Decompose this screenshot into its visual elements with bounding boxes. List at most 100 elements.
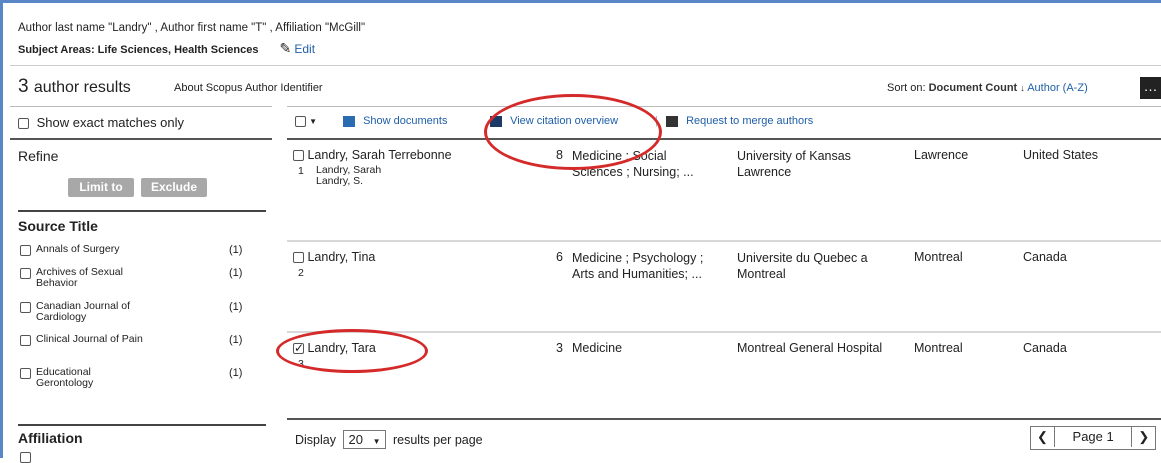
author-checkbox[interactable] xyxy=(293,252,304,264)
chevron-down-icon[interactable]: ▼ xyxy=(309,117,317,126)
row-number: 1 xyxy=(298,165,304,177)
pagination: ❮ Page 1 ❯ xyxy=(1030,426,1157,450)
source-title-name: Canadian Journal of Cardiology xyxy=(36,300,130,323)
show-documents-action[interactable]: Show documents xyxy=(343,115,447,127)
per-page-select[interactable]: 20 ▼ xyxy=(343,430,386,449)
header-divider xyxy=(10,65,1161,66)
per-page-label: results per page xyxy=(392,433,483,447)
row-divider xyxy=(287,240,1161,242)
author-name-link[interactable]: Landry, Sarah Terrebonne xyxy=(307,148,451,162)
country: Canada xyxy=(1023,250,1067,264)
select-all-control[interactable]: ▼ xyxy=(295,115,317,127)
source-title-name: Archives of Sexual Behavior xyxy=(36,266,123,289)
exclude-button[interactable]: Exclude xyxy=(141,178,207,197)
row-divider xyxy=(287,331,1161,333)
affiliation-divider xyxy=(18,424,266,426)
affiliation-line: Montreal xyxy=(737,267,786,281)
source-title-count: (1) xyxy=(229,244,243,256)
affiliation-line: University of Kansas xyxy=(737,149,851,163)
source-title-item[interactable]: Educational Gerontology xyxy=(20,367,170,389)
source-title-checkbox[interactable] xyxy=(20,302,31,313)
source-title-item[interactable]: Clinical Journal of Pain xyxy=(20,333,170,346)
source-title-count: (1) xyxy=(229,367,243,379)
country: United States xyxy=(1023,148,1099,162)
author-name-link[interactable]: Landry, Tina xyxy=(307,250,375,264)
source-title-checkbox[interactable] xyxy=(20,245,31,256)
page-indicator[interactable]: Page 1 xyxy=(1059,427,1128,446)
source-title-heading: Source Title xyxy=(18,218,98,234)
annotation-oval-citation-overview xyxy=(484,94,662,170)
author-name-variant: Landry, S. xyxy=(316,175,364,187)
source-title-name: Annals of Surgery xyxy=(36,243,120,255)
affiliation-line: Lawrence xyxy=(737,165,792,179)
subject-areas-summary: Subject Areas: Life Sciences, Health Sci… xyxy=(18,40,315,57)
document-count[interactable]: 6 xyxy=(556,250,563,264)
affiliation: University of Kansas Lawrence xyxy=(737,148,851,180)
city: Lawrence xyxy=(914,148,969,162)
edit-icon[interactable]: ✎ xyxy=(280,40,292,56)
results-header-divider xyxy=(287,138,1161,140)
subject-areas-line: Arts and Humanities; ... xyxy=(572,267,702,281)
source-title-count: (1) xyxy=(229,334,243,346)
affiliation-heading: Affiliation xyxy=(18,430,83,446)
limit-to-button[interactable]: Limit to xyxy=(68,178,134,197)
author-row-1[interactable]: Landry, Sarah Terrebonne xyxy=(293,148,452,162)
request-merge-link[interactable]: Request to merge authors xyxy=(686,115,813,127)
request-merge-action[interactable]: Request to merge authors xyxy=(666,115,813,127)
sort-document-count[interactable]: Document Count xyxy=(929,82,1018,94)
window-frame xyxy=(0,0,1161,458)
subject-areas: Medicine xyxy=(572,341,623,355)
results-bottom-divider xyxy=(287,418,1161,420)
source-title-name: Educational Gerontology xyxy=(36,366,94,389)
display-label: Display xyxy=(295,433,336,447)
subject-areas-line: Medicine ; Psychology ; xyxy=(572,251,704,265)
source-title-item[interactable]: Archives of Sexual Behavior xyxy=(20,267,170,289)
source-title-divider xyxy=(18,210,266,212)
sort-control: Sort on: Document Count ↓ Author (A-Z) xyxy=(887,82,1088,94)
edit-link[interactable]: Edit xyxy=(294,42,315,56)
row-number: 2 xyxy=(298,267,304,279)
next-page-icon[interactable]: ❯ xyxy=(1131,427,1155,447)
results-toolbar: ▼ Show documents View citation overview … xyxy=(287,107,1161,137)
results-count-number: 3 xyxy=(18,76,29,97)
sort-direction-icon: ↓ xyxy=(1020,83,1025,93)
about-scopus-link[interactable]: About Scopus Author Identifier xyxy=(174,82,323,94)
document-count[interactable]: 3 xyxy=(556,341,563,355)
merge-authors-icon xyxy=(666,115,678,127)
source-title-checkbox[interactable] xyxy=(20,268,31,279)
annotation-oval-selected-author xyxy=(276,329,428,373)
country: Canada xyxy=(1023,341,1067,355)
sort-author-az[interactable]: Author (A-Z) xyxy=(1027,82,1088,94)
source-title-checkbox[interactable] xyxy=(20,368,31,379)
exact-matches-checkbox[interactable] xyxy=(18,118,29,130)
chevron-down-icon: ▼ xyxy=(372,437,381,446)
results-count-label: author results xyxy=(33,79,131,96)
source-title-item[interactable]: Annals of Surgery xyxy=(20,243,170,256)
source-title-count: (1) xyxy=(229,267,243,279)
select-all-checkbox[interactable] xyxy=(295,115,306,127)
sidebar-top-divider xyxy=(10,106,272,107)
source-title-item[interactable]: Canadian Journal of Cardiology xyxy=(20,301,170,323)
search-query-summary: Author last name "Landry" , Author first… xyxy=(18,22,366,34)
affiliation: Montreal General Hospital xyxy=(737,341,883,355)
city: Montreal xyxy=(914,250,963,264)
subject-areas: Medicine ; Psychology ; Arts and Humanit… xyxy=(572,250,703,282)
source-title-name: Clinical Journal of Pain xyxy=(36,333,143,345)
author-name-variants: Landry, Sarah Landry, S. xyxy=(316,165,381,187)
more-options-button[interactable]: … xyxy=(1140,77,1161,99)
city: Montreal xyxy=(914,341,963,355)
subject-areas-text: Subject Areas: Life Sciences, Health Sci… xyxy=(18,44,259,56)
source-title-checkbox[interactable] xyxy=(20,335,31,346)
show-documents-link[interactable]: Show documents xyxy=(363,115,447,127)
author-row-2[interactable]: Landry, Tina xyxy=(293,250,375,264)
affiliation-line: Universite du Quebec a xyxy=(737,251,868,265)
sort-label: Sort on: xyxy=(887,82,926,94)
documents-icon xyxy=(343,115,355,127)
previous-page-icon[interactable]: ❮ xyxy=(1031,427,1055,447)
sidebar-divider xyxy=(10,138,272,140)
per-page-value: 20 xyxy=(348,432,363,447)
exact-matches-option[interactable]: Show exact matches only xyxy=(18,115,184,130)
author-checkbox[interactable] xyxy=(293,150,304,162)
per-page-control: Display 20 ▼ results per page xyxy=(295,430,483,449)
source-title-count: (1) xyxy=(229,301,243,313)
